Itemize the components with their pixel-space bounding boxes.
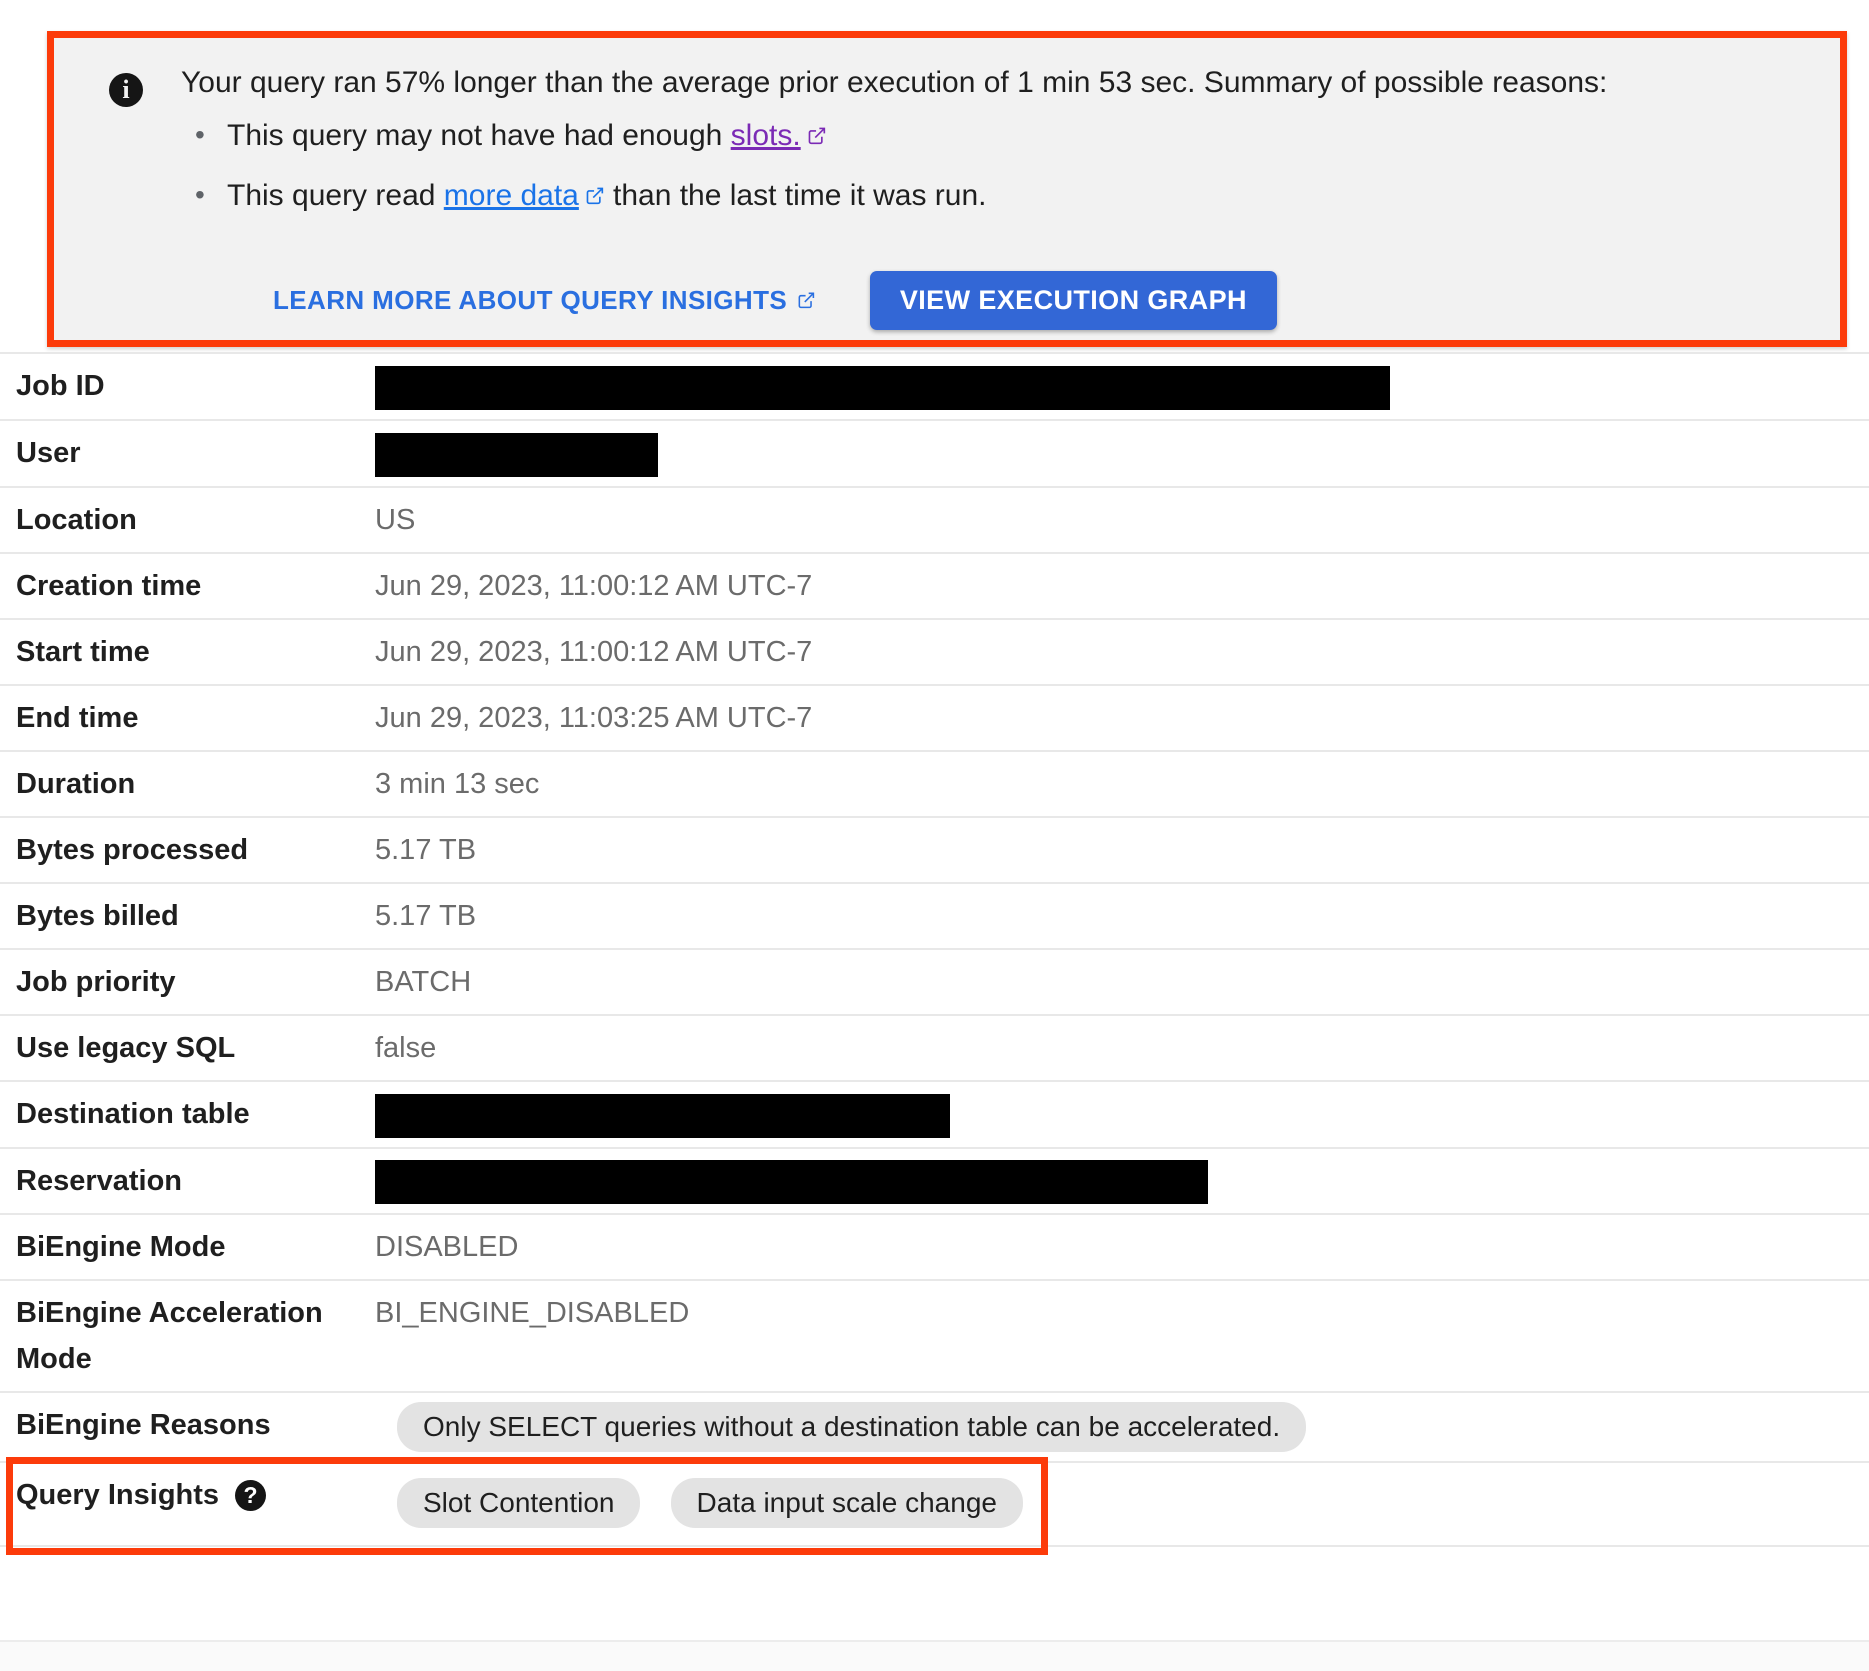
reason-prefix: This query read — [227, 179, 444, 212]
row-value — [375, 363, 1869, 410]
query-insight-chip-data-input-scale-change[interactable]: Data input scale change — [670, 1478, 1023, 1529]
row-value: US — [375, 503, 416, 536]
redacted-value — [375, 365, 1390, 410]
row-label: Job ID — [16, 370, 105, 402]
reason-prefix: This query may not have had enough — [227, 119, 731, 152]
redacted-value — [375, 1093, 950, 1138]
table-row: BiEngine Acceleration Mode BI_ENGINE_DIS… — [0, 1279, 1869, 1391]
biengine-reason-chip: Only SELECT queries without a destinatio… — [397, 1402, 1307, 1453]
list-item: This query may not have had enough slots… — [195, 114, 1817, 157]
footer-band — [0, 1640, 1869, 1671]
redacted-value — [375, 1160, 1208, 1205]
table-row: Location US — [0, 485, 1869, 552]
row-label: BiEngine Mode — [16, 1231, 226, 1264]
table-row: Creation time Jun 29, 2023, 11:00:12 AM … — [0, 551, 1869, 618]
row-value — [375, 430, 1869, 477]
external-link-icon[interactable] — [807, 126, 827, 146]
banner-headline: Your query ran 57% longer than the avera… — [181, 66, 1608, 99]
table-row: Bytes processed 5.17 TB — [0, 815, 1869, 882]
table-row: Use legacy SQL false — [0, 1013, 1869, 1080]
row-label: Bytes billed — [16, 899, 179, 932]
external-link-icon — [797, 291, 816, 310]
row-label: Duration — [16, 767, 136, 800]
row-label: Location — [16, 503, 137, 536]
row-value: BATCH — [375, 965, 472, 998]
redacted-value — [375, 432, 658, 477]
row-value: Only SELECT queries without a destinatio… — [375, 1402, 1869, 1453]
learn-more-label: LEARN MORE ABOUT QUERY INSIGHTS — [273, 285, 788, 315]
query-insight-banner: i Your query ran 57% longer than the ave… — [47, 31, 1847, 347]
row-value: Jun 29, 2023, 11:00:12 AM UTC-7 — [375, 569, 813, 602]
row-label: BiEngine Acceleration Mode — [16, 1297, 323, 1376]
row-value — [375, 1091, 1869, 1138]
row-label: End time — [16, 701, 139, 734]
reason-suffix: than the last time it was run. — [604, 179, 987, 212]
row-value: false — [375, 1031, 437, 1064]
view-execution-graph-button[interactable]: VIEW EXECUTION GRAPH — [869, 271, 1277, 330]
job-details-page: i Your query ran 57% longer than the ave… — [0, 0, 1869, 1671]
row-label: Query Insights ? — [0, 1472, 375, 1518]
row-value: BI_ENGINE_DISABLED — [375, 1297, 690, 1330]
row-label: Job priority — [16, 965, 176, 998]
row-label: Reservation — [16, 1164, 183, 1197]
help-icon[interactable]: ? — [235, 1479, 267, 1511]
row-value: DISABLED — [375, 1231, 519, 1264]
table-row: Query Insights ? Slot Contention Data in… — [0, 1461, 1869, 1545]
row-value: Jun 29, 2023, 11:03:25 AM UTC-7 — [375, 701, 813, 734]
banner-actions: LEARN MORE ABOUT QUERY INSIGHTS VIEW EXE… — [273, 271, 1817, 330]
table-row: User — [0, 418, 1869, 486]
info-icon: i — [109, 73, 143, 107]
query-insights-row-wrapper: Query Insights ? Slot Contention Data in… — [0, 1457, 1869, 1556]
table-row: End time Jun 29, 2023, 11:03:25 AM UTC-7 — [0, 683, 1869, 750]
banner-surface: i Your query ran 57% longer than the ave… — [47, 31, 1847, 347]
table-row-spacer — [0, 1545, 1869, 1553]
table-row: BiEngine Reasons Only SELECT queries wit… — [0, 1391, 1869, 1461]
table-row: Duration 3 min 13 sec — [0, 749, 1869, 816]
job-details-table: Job ID User Location US Creation time Ju… — [0, 352, 1869, 1556]
banner-reason-list: This query may not have had enough slots… — [181, 114, 1817, 217]
row-label: Creation time — [16, 569, 202, 602]
row-value: 5.17 TB — [375, 833, 477, 866]
row-value: 3 min 13 sec — [375, 767, 540, 800]
row-label: Bytes processed — [16, 833, 249, 866]
table-row: Destination table — [0, 1079, 1869, 1147]
row-label: Start time — [16, 635, 150, 668]
table-row: Start time Jun 29, 2023, 11:00:12 AM UTC… — [0, 617, 1869, 684]
row-label: User — [16, 436, 81, 469]
row-label: Destination table — [16, 1097, 250, 1130]
row-label: BiEngine Reasons — [16, 1409, 271, 1442]
table-row: Job ID — [0, 352, 1869, 419]
table-row: Job priority BATCH — [0, 947, 1869, 1014]
row-value: 5.17 TB — [375, 899, 477, 932]
query-insight-chip-slot-contention[interactable]: Slot Contention — [397, 1478, 641, 1529]
table-row: Bytes billed 5.17 TB — [0, 881, 1869, 948]
more-data-link[interactable]: more data — [444, 179, 579, 212]
external-link-icon[interactable] — [585, 186, 605, 206]
row-label: Use legacy SQL — [16, 1031, 236, 1064]
slots-link[interactable]: slots. — [731, 119, 801, 152]
row-value — [375, 1158, 1869, 1205]
table-row: Reservation — [0, 1146, 1869, 1214]
learn-more-about-query-insights-button[interactable]: LEARN MORE ABOUT QUERY INSIGHTS — [273, 285, 816, 316]
list-item: This query read more data than the last … — [195, 174, 1817, 217]
table-row: BiEngine Mode DISABLED — [0, 1213, 1869, 1279]
query-insights-label: Query Insights — [16, 1479, 220, 1512]
row-value: Jun 29, 2023, 11:00:12 AM UTC-7 — [375, 635, 813, 668]
row-value: Slot Contention Data input scale change — [375, 1472, 1869, 1529]
